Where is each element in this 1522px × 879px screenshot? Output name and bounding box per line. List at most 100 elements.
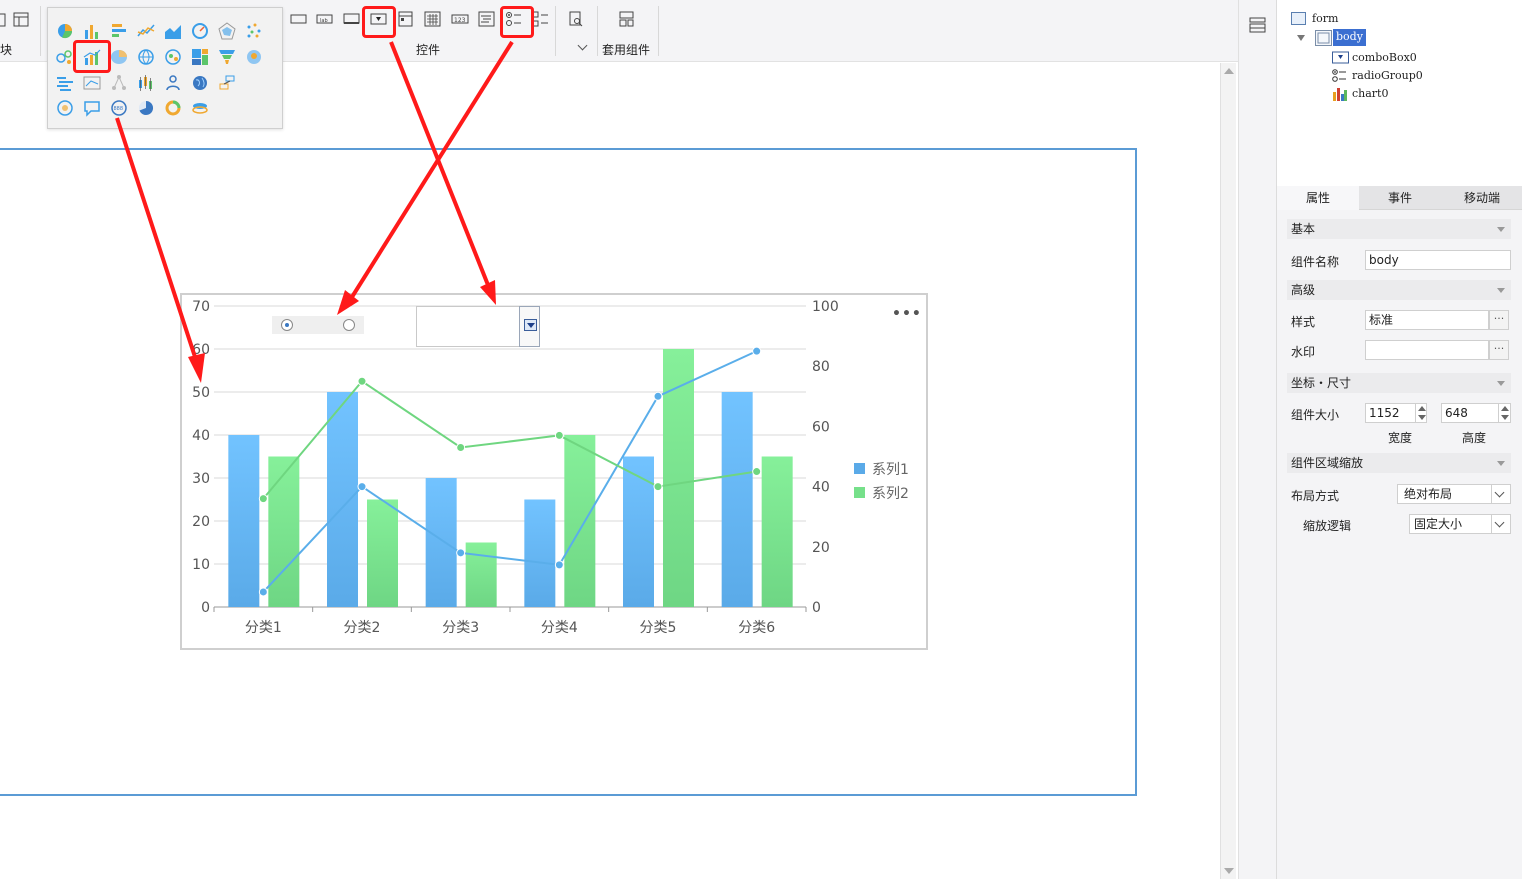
section-title: 高级 — [1291, 283, 1316, 297]
scatter-chart-icon[interactable] — [245, 22, 263, 40]
tree-collapse-arrow-icon[interactable] — [1297, 35, 1305, 41]
tab-events[interactable]: 事件 — [1359, 186, 1441, 210]
org-chart-icon[interactable] — [164, 74, 182, 92]
layout-mode-label: 布局方式 — [1291, 489, 1340, 503]
flow-map-icon[interactable] — [83, 74, 101, 92]
bar-1 — [623, 456, 654, 607]
side-panel-toggle-strip — [1238, 0, 1276, 879]
controls-expand-chevron-icon[interactable] — [577, 40, 588, 51]
line-chart-icon[interactable] — [137, 22, 155, 40]
x-tick-label: 分类6 — [738, 620, 775, 636]
section-coords-size[interactable]: 坐标・尺寸 — [1287, 373, 1511, 393]
y-left-tick-label: 60 — [192, 342, 210, 358]
combobox-highlight — [362, 6, 396, 38]
watermark-input[interactable] — [1365, 340, 1489, 360]
line-point — [357, 376, 367, 386]
progress-pie-icon[interactable] — [137, 99, 155, 117]
treemap-chart-icon[interactable] — [191, 48, 209, 66]
tree-item-label-selected: body — [1333, 29, 1366, 46]
radio-option-1[interactable] — [281, 319, 293, 331]
toolbar-divider — [555, 6, 556, 56]
width-stepper[interactable] — [1415, 403, 1427, 423]
bubble-chart-icon[interactable] — [56, 48, 74, 66]
tree-chart-icon[interactable] — [110, 74, 128, 92]
tab-properties[interactable]: 属性 — [1277, 186, 1359, 210]
preview-icon[interactable] — [567, 11, 585, 27]
donut-chart-icon[interactable] — [164, 99, 182, 117]
radio-group-widget[interactable] — [272, 316, 364, 334]
template-component-icon[interactable] — [618, 11, 636, 27]
chart-more-menu-icon[interactable]: ••• — [892, 306, 922, 322]
globe-chart-icon[interactable] — [191, 74, 209, 92]
kpi-card-icon[interactable]: 888 — [110, 99, 128, 117]
pie-chart-icon[interactable] — [56, 22, 74, 40]
chart-widget[interactable]: 0 10 20 30 40 50 60 70 0 20 40 60 80 100 分类1 分类2 分类3 分类4 分… — [180, 293, 928, 650]
label-control-icon[interactable] — [290, 11, 308, 27]
svg-text:lab: lab — [320, 18, 328, 24]
combobox-dropdown-button[interactable] — [519, 306, 540, 347]
canvas-vertical-scrollbar[interactable] — [1220, 63, 1236, 879]
height-stepper[interactable] — [1498, 403, 1510, 423]
line-point — [554, 430, 564, 440]
number-control-icon[interactable]: 123 — [451, 11, 469, 27]
style-more-button[interactable]: ··· — [1489, 310, 1509, 330]
component-name-input[interactable]: body — [1365, 250, 1511, 270]
section-advanced[interactable]: 高级 — [1287, 280, 1511, 300]
partial-frame-icon[interactable] — [0, 12, 6, 28]
table-layout-icon[interactable] — [13, 12, 31, 28]
style-label: 样式 — [1291, 315, 1316, 329]
word-cloud-icon[interactable] — [56, 74, 74, 92]
body-icon — [1315, 30, 1332, 46]
scroll-up-arrow-icon[interactable] — [1224, 68, 1234, 74]
calendar-control-icon[interactable] — [424, 11, 442, 27]
3d-pie-chart-icon[interactable] — [110, 48, 128, 66]
width-caption: 宽度 — [1388, 431, 1413, 445]
textarea-control-icon[interactable] — [478, 11, 496, 27]
bar-chart-icon[interactable] — [83, 22, 101, 40]
combo-chart-highlight — [73, 40, 111, 73]
candlestick-chart-icon[interactable] — [137, 74, 155, 92]
tree-item-label: radioGroup0 — [1352, 69, 1423, 82]
y-right-tick-label: 80 — [812, 359, 830, 375]
component-size-label: 组件大小 — [1291, 408, 1340, 422]
scroll-down-arrow-icon[interactable] — [1224, 868, 1234, 874]
input-control-icon[interactable] — [343, 11, 361, 27]
horizontal-bar-chart-icon[interactable] — [110, 22, 128, 40]
structure-chart-icon[interactable] — [218, 74, 236, 92]
section-title: 基本 — [1291, 222, 1316, 236]
gauge-chart-icon[interactable] — [191, 22, 209, 40]
funnel-chart-icon[interactable] — [218, 48, 236, 66]
legend-swatch — [854, 487, 865, 498]
chart-icon — [1333, 88, 1347, 101]
comment-chart-icon[interactable] — [83, 99, 101, 117]
style-input[interactable]: 标准 — [1365, 310, 1489, 330]
date-control-icon[interactable] — [397, 11, 415, 27]
toolbar-divider — [597, 6, 598, 56]
toolbar-block-label: 块 — [0, 43, 13, 57]
combobox-widget[interactable] — [416, 306, 540, 347]
x-tick-label: 分类5 — [640, 620, 677, 636]
watermark-more-button[interactable]: ··· — [1489, 340, 1509, 360]
radar-chart-icon[interactable] — [218, 22, 236, 40]
section-basic[interactable]: 基本 — [1287, 219, 1511, 239]
ring-progress-icon[interactable] — [56, 99, 74, 117]
scale-logic-chevron-icon[interactable] — [1491, 514, 1509, 534]
layout-panel-icon[interactable] — [1249, 17, 1267, 33]
point-map-icon[interactable] — [245, 48, 263, 66]
cylinder-chart-icon[interactable] — [191, 99, 209, 117]
tab-mobile[interactable]: 移动端 — [1441, 186, 1522, 210]
line-point — [456, 442, 466, 452]
textbox-control-icon[interactable]: lab — [316, 11, 334, 27]
properties-panel: form body comboBox0 radioGroup0 chart0 属… — [1276, 0, 1522, 879]
radio-option-2[interactable] — [343, 319, 355, 331]
map-chart-icon[interactable] — [137, 48, 155, 66]
section-area-scaling[interactable]: 组件区域缩放 — [1287, 453, 1511, 473]
tree-item-label: comboBox0 — [1352, 51, 1417, 64]
bar-2 — [761, 456, 793, 607]
checkbox-group-control-icon[interactable] — [532, 11, 550, 27]
region-map-icon[interactable] — [164, 48, 182, 66]
layout-mode-chevron-icon[interactable] — [1491, 484, 1509, 504]
area-chart-icon[interactable] — [164, 22, 182, 40]
y-left-tick-label: 70 — [192, 299, 210, 315]
y-left-tick-label: 50 — [192, 385, 210, 401]
